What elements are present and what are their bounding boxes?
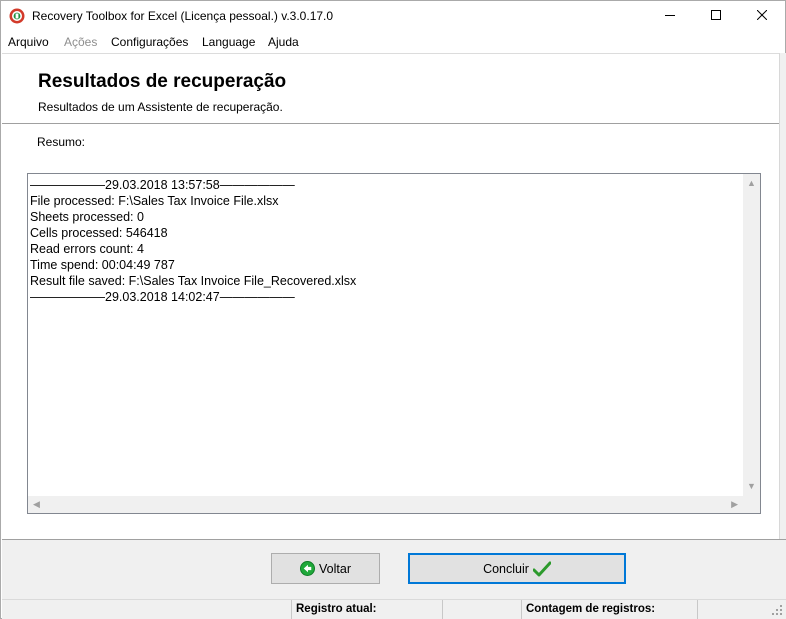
back-button-label: Voltar [319, 561, 351, 576]
page-subtitle: Resultados de um Assistente de recuperaç… [38, 100, 283, 114]
wizard-content: Resumo: ——————29.03.2018 13:57:58—————— … [2, 124, 779, 539]
results-log[interactable]: ——————29.03.2018 13:57:58—————— File pro… [27, 173, 761, 514]
application-window: Recovery Toolbox for Excel (Licença pess… [0, 0, 786, 619]
button-bar: Voltar Concluir [2, 540, 786, 599]
finish-button[interactable]: Concluir [408, 553, 626, 584]
status-bar: Registro atual: Contagem de registros: [2, 599, 786, 619]
horizontal-scrollbar[interactable]: ◀ ▶ [28, 496, 743, 513]
log-line: Time spend: 00:04:49 787 [30, 258, 175, 272]
summary-label: Resumo: [37, 135, 86, 149]
close-icon [756, 9, 768, 23]
app-logo-icon[interactable] [9, 8, 25, 24]
scrollbar-corner [743, 496, 760, 513]
log-line: Result file saved: F:\Sales Tax Invoice … [30, 274, 357, 288]
menu-configuracoes[interactable]: Configurações [111, 35, 188, 49]
minimize-icon [665, 9, 675, 23]
maximize-button[interactable] [693, 1, 739, 31]
wizard-header: Resultados de recuperação Resultados de … [2, 53, 779, 124]
status-record-count: Contagem de registros: [521, 600, 697, 619]
menu-ajuda[interactable]: Ajuda [268, 35, 299, 49]
status-cell-blank [2, 600, 291, 619]
page-title: Resultados de recuperação [38, 71, 287, 92]
title-bar[interactable]: Recovery Toolbox for Excel (Licença pess… [1, 1, 785, 31]
menu-bar: Arquivo Ações Configurações Language Aju… [1, 32, 785, 52]
log-line: Read errors count: 4 [30, 242, 144, 256]
status-current-record: Registro atual: [291, 600, 442, 619]
back-arrow-icon [300, 561, 316, 576]
close-button[interactable] [739, 1, 785, 31]
scroll-up-icon[interactable]: ▲ [747, 179, 756, 188]
scroll-left-icon[interactable]: ◀ [33, 500, 40, 509]
log-line: ——————29.03.2018 13:57:58—————— [30, 178, 295, 192]
checkmark-icon [532, 561, 551, 577]
status-cell-value [442, 600, 521, 619]
menu-language[interactable]: Language [202, 35, 255, 49]
log-lines: ——————29.03.2018 13:57:58—————— File pro… [30, 177, 356, 305]
minimize-button[interactable] [647, 1, 693, 31]
maximize-icon [711, 9, 721, 23]
finish-button-label: Concluir [483, 561, 529, 576]
log-line: Sheets processed: 0 [30, 210, 144, 224]
scroll-right-icon[interactable]: ▶ [731, 500, 738, 509]
menu-acoes[interactable]: Ações [64, 35, 97, 49]
panel-scroll-strip [779, 53, 786, 539]
window-title: Recovery Toolbox for Excel (Licença pess… [32, 9, 334, 23]
vertical-scrollbar[interactable]: ▲ ▼ [743, 174, 760, 496]
scroll-down-icon[interactable]: ▼ [747, 482, 756, 491]
back-button[interactable]: Voltar [271, 553, 380, 584]
resize-grip-icon[interactable] [771, 604, 783, 616]
menu-arquivo[interactable]: Arquivo [8, 35, 49, 49]
log-line: File processed: F:\Sales Tax Invoice Fil… [30, 194, 279, 208]
log-line: Cells processed: 546418 [30, 226, 168, 240]
log-line: ——————29.03.2018 14:02:47—————— [30, 290, 295, 304]
